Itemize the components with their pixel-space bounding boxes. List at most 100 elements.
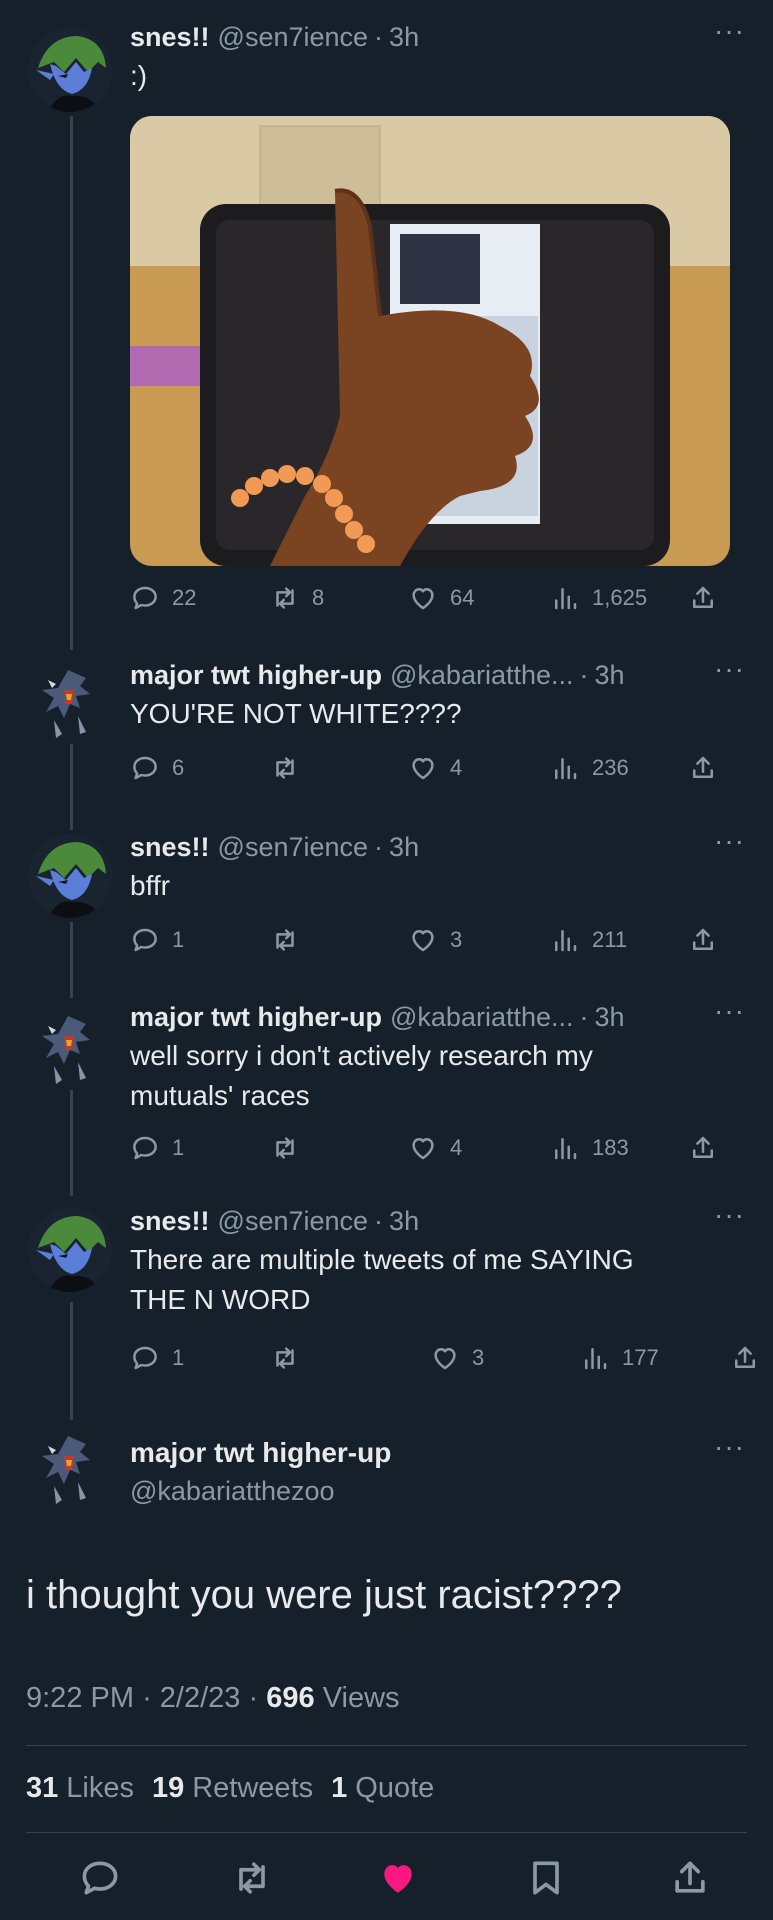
share-button[interactable] bbox=[688, 1133, 730, 1163]
like-button[interactable]: 3 bbox=[430, 1343, 484, 1373]
tweet-media-photo[interactable] bbox=[130, 116, 730, 566]
green-haired-elf-avatar-icon bbox=[28, 1208, 112, 1292]
more-options-button[interactable]: ··· bbox=[714, 17, 745, 45]
retweets-label: Retweets bbox=[192, 1772, 314, 1804]
retweet-button[interactable] bbox=[270, 753, 312, 783]
views-icon bbox=[550, 753, 580, 783]
quotes-stat[interactable]: 1 Quote bbox=[331, 1772, 434, 1805]
like-button[interactable]: 4 bbox=[408, 753, 462, 783]
author-name[interactable]: major twt higher-up bbox=[130, 1000, 382, 1034]
author-handle[interactable]: @sen7ience bbox=[218, 20, 369, 54]
reply-tweet[interactable]: snes!! @sen7ience · 3h ··· bffr bbox=[130, 827, 773, 906]
author-handle[interactable]: @kabariatthezoo bbox=[130, 1474, 335, 1508]
tweet-actions: 1 4 183 bbox=[130, 1128, 730, 1168]
reply-button[interactable] bbox=[78, 1856, 122, 1900]
author-name[interactable]: snes!! bbox=[130, 20, 210, 54]
like-button[interactable]: 4 bbox=[408, 1133, 462, 1163]
views-button[interactable]: 236 bbox=[550, 753, 629, 783]
share-button[interactable] bbox=[688, 753, 730, 783]
bookmark-button[interactable] bbox=[524, 1856, 568, 1900]
more-options-button[interactable]: ··· bbox=[714, 1201, 745, 1229]
views-button[interactable]: 177 bbox=[580, 1343, 659, 1373]
reply-icon bbox=[130, 925, 160, 955]
author-name[interactable]: major twt higher-up bbox=[130, 1436, 391, 1470]
timestamp[interactable]: 3h bbox=[595, 1000, 625, 1034]
share-button[interactable] bbox=[688, 925, 730, 955]
tweet-time[interactable]: 9:22 PM bbox=[26, 1682, 134, 1714]
author-handle[interactable]: @kabariatthe... bbox=[390, 1000, 574, 1034]
tweet-date[interactable]: 2/2/23 bbox=[160, 1682, 241, 1714]
like-button[interactable]: 64 bbox=[408, 583, 474, 613]
timestamp[interactable]: 3h bbox=[389, 20, 419, 54]
author-name[interactable]: major twt higher-up bbox=[130, 658, 382, 692]
views-icon bbox=[580, 1343, 610, 1373]
retweet-button[interactable]: 8 bbox=[270, 583, 324, 613]
reply-icon bbox=[130, 753, 160, 783]
reply-count: 1 bbox=[172, 927, 185, 952]
reply-tweet[interactable]: major twt higher-up @kabariatthe... · 3h… bbox=[130, 997, 773, 1116]
separator-dot: · bbox=[579, 660, 589, 690]
tweet-actions: 6 4 236 bbox=[130, 748, 730, 788]
reply-tweet[interactable]: major twt higher-up @kabariatthe... · 3h… bbox=[130, 655, 773, 734]
more-options-button[interactable]: ··· bbox=[714, 827, 745, 855]
share-button[interactable] bbox=[730, 1343, 772, 1373]
avatar[interactable] bbox=[28, 660, 112, 744]
views-count: 211 bbox=[592, 927, 628, 952]
views-button[interactable]: 1,625 bbox=[550, 583, 647, 613]
reply-count: 22 bbox=[172, 585, 197, 610]
retweet-icon bbox=[230, 1856, 274, 1900]
reply-button[interactable]: 1 bbox=[130, 1133, 184, 1163]
main-tweet-header[interactable]: major twt higher-up @kabariatthezoo ··· bbox=[130, 1433, 773, 1508]
share-button[interactable] bbox=[688, 583, 730, 613]
timestamp[interactable]: 3h bbox=[595, 658, 625, 692]
tweet-text: There are multiple tweets of me SAYING T… bbox=[130, 1244, 634, 1315]
timestamp[interactable]: 3h bbox=[389, 1204, 419, 1238]
views-count: 236 bbox=[592, 755, 629, 780]
views-icon bbox=[550, 583, 580, 613]
thread-line bbox=[70, 1302, 73, 1420]
reply-tweet[interactable]: snes!! @sen7ience · 3h ··· :) bbox=[130, 17, 773, 566]
photo-thumbs-up-tablet bbox=[130, 116, 730, 566]
more-options-button[interactable]: ··· bbox=[714, 655, 745, 683]
views-button[interactable]: 211 bbox=[550, 925, 627, 955]
more-options-button[interactable]: ··· bbox=[714, 997, 745, 1025]
reply-button[interactable]: 1 bbox=[130, 1343, 184, 1373]
retweets-stat[interactable]: 19 Retweets bbox=[152, 1772, 313, 1805]
likes-stat[interactable]: 31 Likes bbox=[26, 1772, 134, 1805]
thread-line bbox=[70, 1090, 73, 1196]
like-button[interactable]: 3 bbox=[408, 925, 462, 955]
tweet-actions: 1 3 177 bbox=[130, 1338, 730, 1378]
author-handle[interactable]: @sen7ience bbox=[218, 830, 369, 864]
more-options-button[interactable]: ··· bbox=[714, 1433, 745, 1461]
avatar[interactable] bbox=[28, 1006, 112, 1090]
views-button[interactable]: 183 bbox=[550, 1133, 629, 1163]
like-icon bbox=[408, 583, 438, 613]
tweet-text: well sorry i don't actively research my … bbox=[130, 1040, 593, 1111]
retweet-button[interactable] bbox=[270, 1343, 312, 1373]
tweet-actions: 22 8 64 1,625 bbox=[130, 578, 730, 618]
views-count: 696 bbox=[266, 1682, 315, 1714]
share-icon bbox=[688, 1133, 718, 1163]
timestamp[interactable]: 3h bbox=[389, 830, 419, 864]
quotes-label: Quote bbox=[355, 1772, 435, 1804]
share-button[interactable] bbox=[668, 1856, 712, 1900]
reply-button[interactable]: 1 bbox=[130, 925, 184, 955]
author-name[interactable]: snes!! bbox=[130, 830, 210, 864]
author-handle[interactable]: @sen7ience bbox=[218, 1204, 369, 1238]
reply-button[interactable]: 22 bbox=[130, 583, 196, 613]
avatar[interactable] bbox=[28, 28, 112, 112]
avatar[interactable] bbox=[28, 1426, 112, 1510]
thread-line bbox=[70, 740, 73, 830]
retweet-button[interactable] bbox=[230, 1856, 274, 1900]
retweet-button[interactable] bbox=[270, 925, 312, 955]
avatar[interactable] bbox=[28, 1208, 112, 1292]
author-handle[interactable]: @kabariatthe... bbox=[390, 658, 574, 692]
retweet-button[interactable] bbox=[270, 1133, 312, 1163]
divider bbox=[26, 1832, 747, 1833]
reply-tweet[interactable]: snes!! @sen7ience · 3h ··· There are mul… bbox=[130, 1201, 773, 1320]
reply-button[interactable]: 6 bbox=[130, 753, 184, 783]
tweet-text: bffr bbox=[130, 870, 170, 901]
like-button[interactable] bbox=[376, 1856, 420, 1900]
avatar[interactable] bbox=[28, 834, 112, 918]
author-name[interactable]: snes!! bbox=[130, 1204, 210, 1238]
